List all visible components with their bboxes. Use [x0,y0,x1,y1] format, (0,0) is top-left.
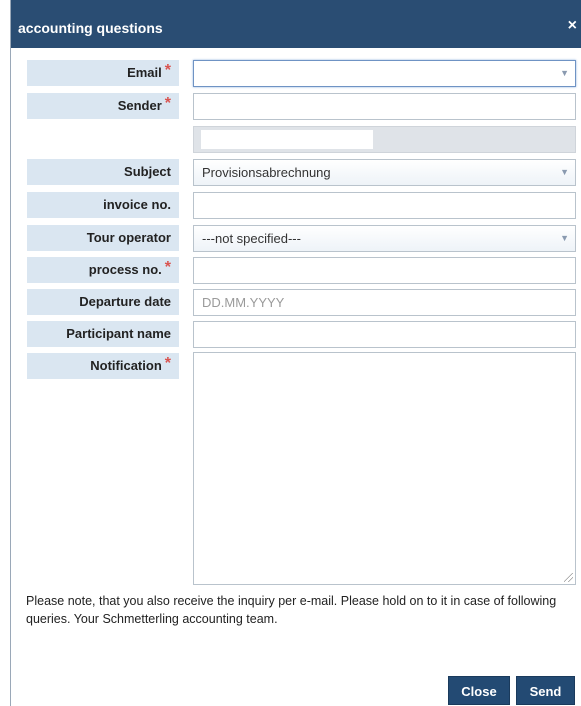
required-marker: * [164,259,171,276]
email-label: Email * [27,60,179,86]
dialog-titlebar: accounting questions × [11,0,581,48]
chevron-down-icon: ▼ [560,68,569,78]
required-marker: * [164,355,171,372]
close-button[interactable]: Close [448,676,510,705]
participant-name-input[interactable] [193,321,576,348]
invoice-no-label: invoice no. [27,192,179,218]
chevron-down-icon: ▼ [560,167,569,177]
dialog-title: accounting questions [18,20,163,36]
notification-textarea[interactable] [193,352,576,585]
resize-grip-icon[interactable] [564,573,573,582]
required-marker: * [164,95,171,112]
close-icon[interactable]: × [568,18,577,34]
info-note: Please note, that you also receive the i… [26,594,557,626]
email-select[interactable]: ▼ [193,60,576,87]
sender-detail-field [193,126,576,153]
required-marker: * [164,62,171,79]
subject-label: Subject [27,159,179,185]
tour-operator-select[interactable]: ---not specified--- ▼ [193,225,576,252]
subject-select[interactable]: Provisionsabrechnung ▼ [193,159,576,186]
sender-input[interactable] [193,93,576,120]
invoice-no-input[interactable] [193,192,576,219]
participant-name-label: Participant name [27,321,179,347]
chevron-down-icon: ▼ [560,233,569,243]
sender-detail-value [201,130,373,149]
notification-label: Notification * [27,353,179,379]
process-no-label: process no. * [27,257,179,283]
tour-operator-label: Tour operator [27,225,179,251]
departure-date-label: Departure date [27,289,179,315]
process-no-input[interactable] [193,257,576,284]
sender-label: Sender * [27,93,179,119]
departure-date-input[interactable]: DD.MM.YYYY [193,289,576,316]
accounting-dialog: accounting questions × Email * ▼ Sender * … [10,0,581,706]
send-button[interactable]: Send [516,676,575,705]
